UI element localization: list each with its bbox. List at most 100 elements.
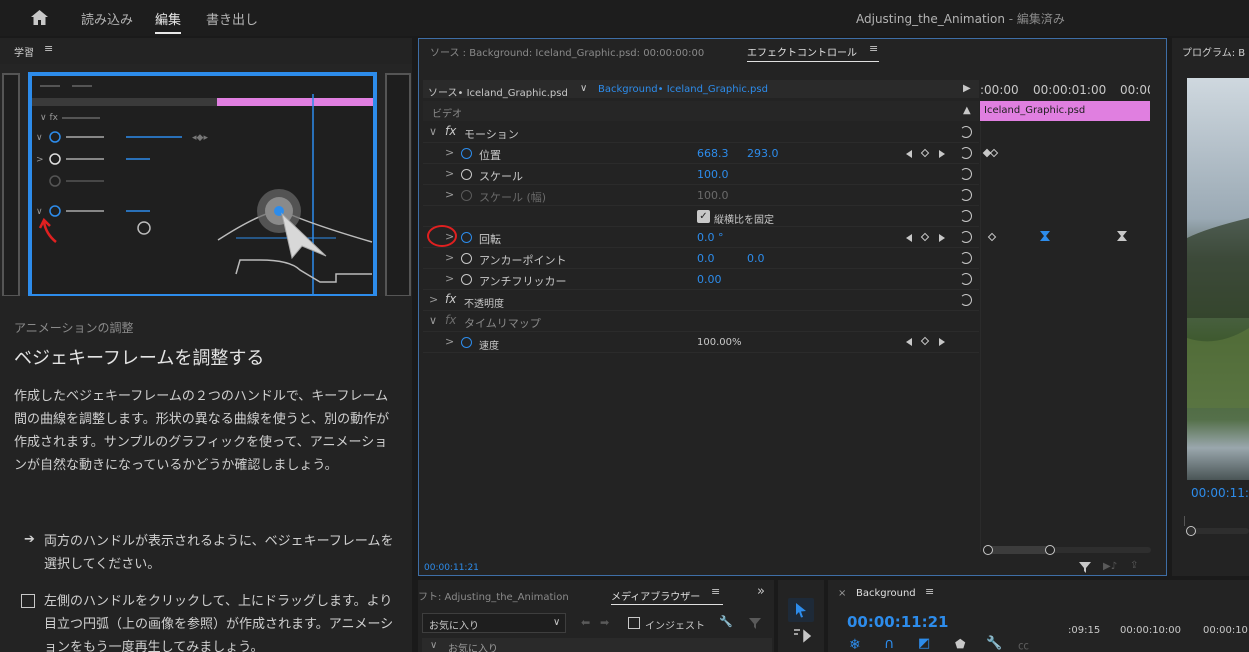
wrench-icon[interactable]: 🔧 — [986, 636, 1002, 651]
previous-keyframe-icon[interactable] — [906, 234, 912, 242]
reset-icon[interactable] — [960, 252, 972, 264]
tab-export[interactable]: 書き出し — [206, 9, 258, 28]
fx-icon[interactable]: fx — [445, 292, 456, 306]
linked-selection-icon[interactable]: ◩ — [918, 636, 930, 651]
chevron-right-icon[interactable]: > — [445, 230, 454, 243]
add-marker-icon[interactable]: ⬟ — [955, 637, 965, 651]
anti-flicker-value[interactable]: 0.00 — [697, 273, 722, 286]
play-only-clip-icon[interactable]: ▶ — [963, 83, 971, 94]
captions-icon[interactable]: ㏄ — [1018, 637, 1029, 652]
position-x-value[interactable]: 668.3 — [697, 147, 729, 160]
target-clip-label[interactable]: Background• Iceland_Graphic.psd — [598, 84, 768, 95]
keyframe-marker[interactable] — [989, 148, 999, 158]
stopwatch-icon[interactable] — [461, 232, 472, 243]
step-2-checkbox[interactable] — [21, 594, 35, 608]
bezier-keyframe-icon[interactable] — [1039, 230, 1051, 242]
lesson-heading: ベジェキーフレームを調整する — [14, 348, 265, 369]
collapse-up-icon[interactable]: ▲ — [963, 105, 971, 116]
effect-timecode[interactable]: 00:00:11:21 — [424, 563, 479, 573]
media-browser-tab[interactable]: メディアブラウザー — [611, 588, 700, 603]
chevron-down-icon[interactable]: ∨ — [580, 83, 587, 94]
reset-icon[interactable] — [960, 147, 972, 159]
ingest-checkbox[interactable] — [628, 617, 640, 629]
chevron-right-icon[interactable]: > — [445, 251, 454, 264]
stopwatch-icon[interactable] — [461, 148, 472, 159]
source-monitor-tab[interactable]: ソース : Background: Iceland_Graphic.psd: 0… — [430, 44, 704, 59]
reset-icon[interactable] — [960, 273, 972, 285]
position-y-value[interactable]: 293.0 — [747, 147, 779, 160]
anchor-y-value[interactable]: 0.0 — [747, 252, 765, 265]
zoom-handle-left[interactable] — [983, 545, 993, 555]
track-select-icon[interactable] — [792, 628, 812, 644]
next-keyframe-icon[interactable] — [939, 338, 945, 346]
reset-icon[interactable] — [960, 231, 972, 243]
previous-keyframe-icon[interactable] — [906, 338, 912, 346]
sequence-tab[interactable]: Background — [856, 588, 916, 599]
snap-magnet-icon[interactable]: ∩ — [884, 636, 894, 652]
play-audio-icon[interactable]: ▶♪ — [1103, 561, 1117, 572]
home-icon[interactable] — [30, 9, 49, 26]
export-icon[interactable]: ⇪ — [1130, 560, 1138, 571]
filter-icon[interactable] — [748, 616, 762, 630]
chevron-right-icon[interactable]: > — [445, 272, 454, 285]
zoom-scrollbar-thumb[interactable] — [985, 546, 1051, 554]
reset-icon[interactable] — [960, 210, 972, 222]
scale-value[interactable]: 100.0 — [697, 168, 729, 181]
anchor-x-value[interactable]: 0.0 — [697, 252, 715, 265]
panel-menu-icon[interactable]: ≡ — [711, 585, 720, 598]
speed-value[interactable]: 100.00% — [697, 337, 742, 348]
panel-menu-icon[interactable]: ≡ — [44, 42, 53, 55]
effect-controls-tab[interactable]: エフェクトコントロール — [747, 44, 857, 59]
stopwatch-icon[interactable] — [461, 337, 472, 348]
uniform-scale-checkbox[interactable]: ✓ — [697, 210, 710, 223]
add-keyframe-icon[interactable] — [920, 336, 930, 346]
favorites-dropdown[interactable]: お気に入り ∨ — [422, 613, 566, 633]
program-preview-image[interactable] — [1187, 78, 1249, 480]
stopwatch-icon[interactable] — [461, 274, 472, 285]
source-clip-label[interactable]: ソース• Iceland_Graphic.psd — [428, 84, 568, 99]
previous-keyframe-icon[interactable] — [906, 150, 912, 158]
chevron-double-right-icon[interactable]: » — [757, 584, 765, 599]
close-icon[interactable]: × — [838, 588, 846, 599]
reset-icon[interactable] — [960, 294, 972, 306]
reset-icon[interactable] — [960, 189, 972, 201]
nest-icon[interactable]: ❄ — [849, 637, 861, 652]
tab-edit[interactable]: 編集 — [155, 9, 181, 28]
selection-tool[interactable] — [788, 598, 814, 622]
panel-menu-icon[interactable]: ≡ — [869, 42, 878, 55]
rotation-value[interactable]: 0.0 ° — [697, 231, 724, 244]
tab-import[interactable]: 読み込み — [81, 9, 133, 28]
chevron-down-icon[interactable]: ∨ — [429, 125, 437, 138]
chevron-right-icon[interactable]: > — [429, 293, 438, 306]
fx-icon[interactable]: fx — [445, 124, 456, 138]
timeline-timecode[interactable]: 00:00:11:21 — [847, 613, 949, 631]
chevron-right-icon[interactable]: > — [445, 167, 454, 180]
chevron-down-icon[interactable]: ∨ — [430, 640, 437, 651]
next-keyframe-icon[interactable] — [939, 234, 945, 242]
reset-icon[interactable] — [960, 126, 972, 138]
stopwatch-icon[interactable] — [461, 253, 472, 264]
clip-bar[interactable]: Iceland_Graphic.psd — [980, 101, 1150, 121]
project-tab[interactable]: フト: Adjusting_the_Animation — [418, 588, 569, 603]
panel-menu-icon[interactable]: ≡ — [925, 585, 934, 598]
reset-icon[interactable] — [960, 168, 972, 180]
chevron-right-icon[interactable]: > — [445, 146, 454, 159]
chevron-down-icon[interactable]: ∨ — [429, 314, 437, 327]
keyframe-area[interactable] — [980, 122, 1150, 552]
keyframe-marker[interactable] — [987, 232, 997, 242]
filter-icon[interactable] — [1078, 560, 1092, 574]
bezier-keyframe-icon[interactable] — [1116, 230, 1128, 242]
scrollbar-handle[interactable] — [1186, 526, 1196, 536]
chevron-right-icon[interactable]: > — [445, 335, 454, 348]
add-keyframe-icon[interactable] — [920, 148, 930, 158]
zoom-handle-right[interactable] — [1045, 545, 1055, 555]
add-keyframe-icon[interactable] — [920, 232, 930, 242]
tree-item-favorites[interactable]: お気に入り — [448, 640, 498, 652]
wrench-icon[interactable]: 🔧 — [719, 615, 733, 628]
forward-arrow-icon[interactable]: ➡ — [600, 616, 609, 629]
effect-timeline-ruler[interactable]: :00:00 00:00:01:00 00:00 — [980, 80, 1150, 100]
stopwatch-icon[interactable] — [461, 169, 472, 180]
program-timecode[interactable]: 00:00:11: — [1191, 486, 1249, 500]
next-keyframe-icon[interactable] — [939, 150, 945, 158]
back-arrow-icon[interactable]: ⬅ — [581, 616, 590, 629]
